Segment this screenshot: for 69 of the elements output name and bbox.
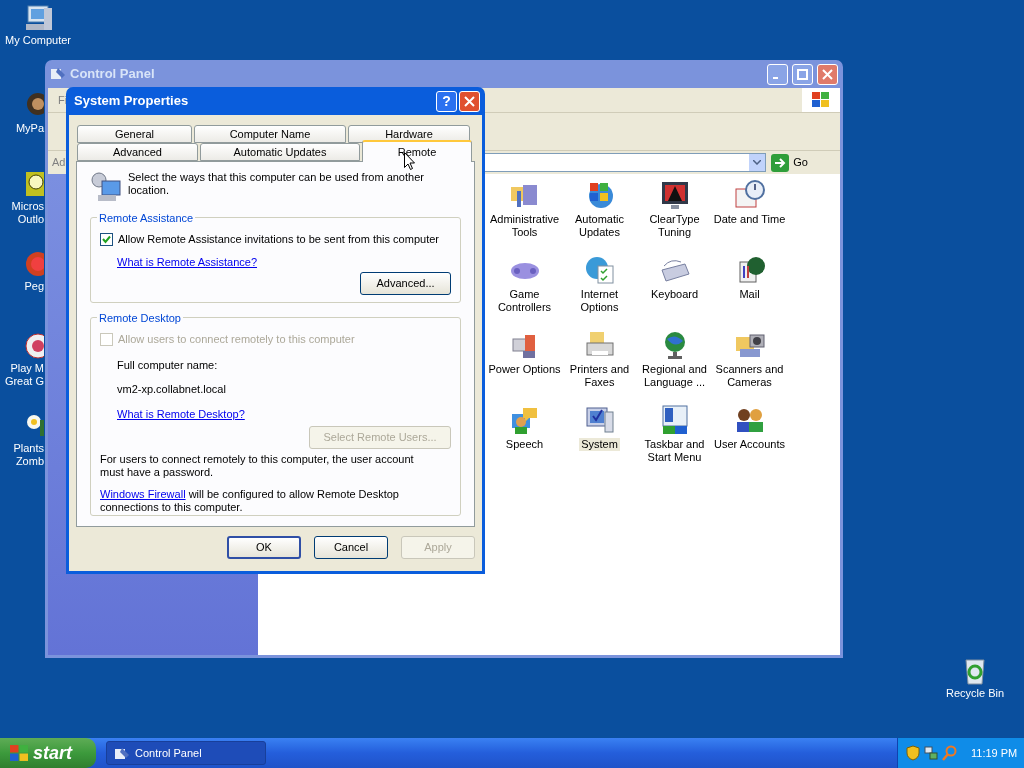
tab[interactable]: Automatic Updates [200, 143, 360, 161]
desktop-icon-label[interactable]: Great G [4, 375, 44, 388]
control-panel-item[interactable]: Power Options [486, 363, 563, 376]
control-panel-item[interactable]: Automatic Updates [573, 213, 626, 239]
control-panel-item[interactable]: ClearType Tuning [647, 213, 702, 239]
link[interactable]: Windows Firewall [100, 488, 186, 500]
calendar-clock-icon [733, 179, 766, 211]
tab[interactable]: Computer Name [194, 125, 346, 143]
tab[interactable]: Hardware [348, 125, 470, 143]
dialog-button[interactable]: OK [227, 536, 301, 559]
desktop-icon-label[interactable]: My Computer [5, 34, 71, 47]
network-icon[interactable] [923, 745, 939, 761]
control-panel-item[interactable]: Taskbar and Start Menu [642, 438, 707, 464]
dialog-title: System Properties [74, 92, 190, 111]
dialog-button[interactable]: Advanced... [360, 272, 451, 295]
maximize-icon[interactable] [792, 63, 813, 85]
desktop-icon-label[interactable]: Recycle Bin [945, 686, 1005, 700]
clock: 11:19 PM [971, 745, 1018, 761]
shield-icon[interactable] [906, 745, 920, 761]
checkbox-label: Allow Remote Assistance invitations to be sent from this computer [118, 232, 439, 247]
control-panel-item[interactable]: User Accounts [712, 438, 787, 451]
control-panel-item[interactable]: Administrative Tools [487, 213, 562, 239]
desktop-icon-label[interactable]: Play M [10, 362, 44, 375]
desktop-icon-label[interactable]: Outlo [17, 213, 44, 226]
control-panel-icon [50, 66, 66, 82]
desktop-icon-label[interactable]: Peg [24, 280, 44, 293]
close-icon[interactable] [459, 90, 480, 112]
control-panel-item[interactable]: Printers and Faxes [567, 363, 632, 389]
windows-logo-icon [10, 745, 28, 761]
checkbox-label: Allow users to connect remotely to this computer [118, 332, 355, 347]
dropdown-icon[interactable] [749, 154, 766, 171]
link[interactable]: What is Remote Assistance? [117, 253, 257, 270]
intro-text: Select the ways that this computer can be used from another location. [128, 171, 425, 197]
windows-logo-icon [811, 91, 831, 109]
globe-checklist-icon [583, 254, 616, 286]
computer-network-icon [90, 171, 122, 203]
tab[interactable]: General [77, 125, 192, 143]
control-panel-item[interactable]: Regional and Language ... [640, 363, 709, 389]
help-button[interactable]: ? [436, 90, 457, 112]
desktop-icon-label[interactable]: MyPa [15, 122, 44, 135]
go-button[interactable]: Go [769, 153, 810, 172]
control-panel-item[interactable]: Speech [503, 438, 546, 451]
control-panel-item[interactable]: Scanners and Cameras [713, 363, 786, 389]
taskbar-button[interactable]: Control Panel [106, 741, 266, 765]
computer-icon [583, 404, 616, 436]
start-button[interactable]: start [0, 738, 96, 768]
control-panel-item[interactable]: Game Controllers [495, 288, 554, 314]
password-note: For users to connect remotely to this computer, the user account must have a password. [100, 453, 415, 479]
control-panel-item[interactable]: Mail [737, 288, 762, 301]
window-title: Control Panel [70, 65, 156, 84]
link[interactable]: What is Remote Desktop? [117, 405, 245, 422]
desktop-icon-label[interactable]: Micros [11, 200, 44, 213]
control-panel-icon [115, 747, 129, 759]
firewall-note: Windows Firewall will be configured to allow Remote Desktop connections to this computer. [100, 488, 400, 514]
control-panel-item[interactable]: Date and Time [711, 213, 788, 226]
control-panel-item[interactable]: System [579, 438, 620, 451]
tab[interactable]: Remote [362, 140, 472, 162]
tab[interactable]: Advanced [77, 143, 198, 161]
control-panel-item[interactable]: Keyboard [648, 288, 701, 301]
minimize-icon[interactable] [767, 63, 788, 85]
desktop-icon-label[interactable]: Plants [13, 442, 44, 455]
checkbox[interactable] [100, 232, 113, 246]
field-label: Full computer name: [117, 357, 219, 373]
address-label: Ad [52, 155, 66, 171]
close-icon[interactable] [817, 63, 838, 85]
dialog-button[interactable]: Cancel [314, 536, 388, 559]
control-panel-item[interactable]: Internet Options [578, 288, 621, 314]
desktop-icon-label[interactable]: Zomb [15, 455, 44, 468]
computer-name: vm2-xp.collabnet.local [117, 382, 227, 397]
